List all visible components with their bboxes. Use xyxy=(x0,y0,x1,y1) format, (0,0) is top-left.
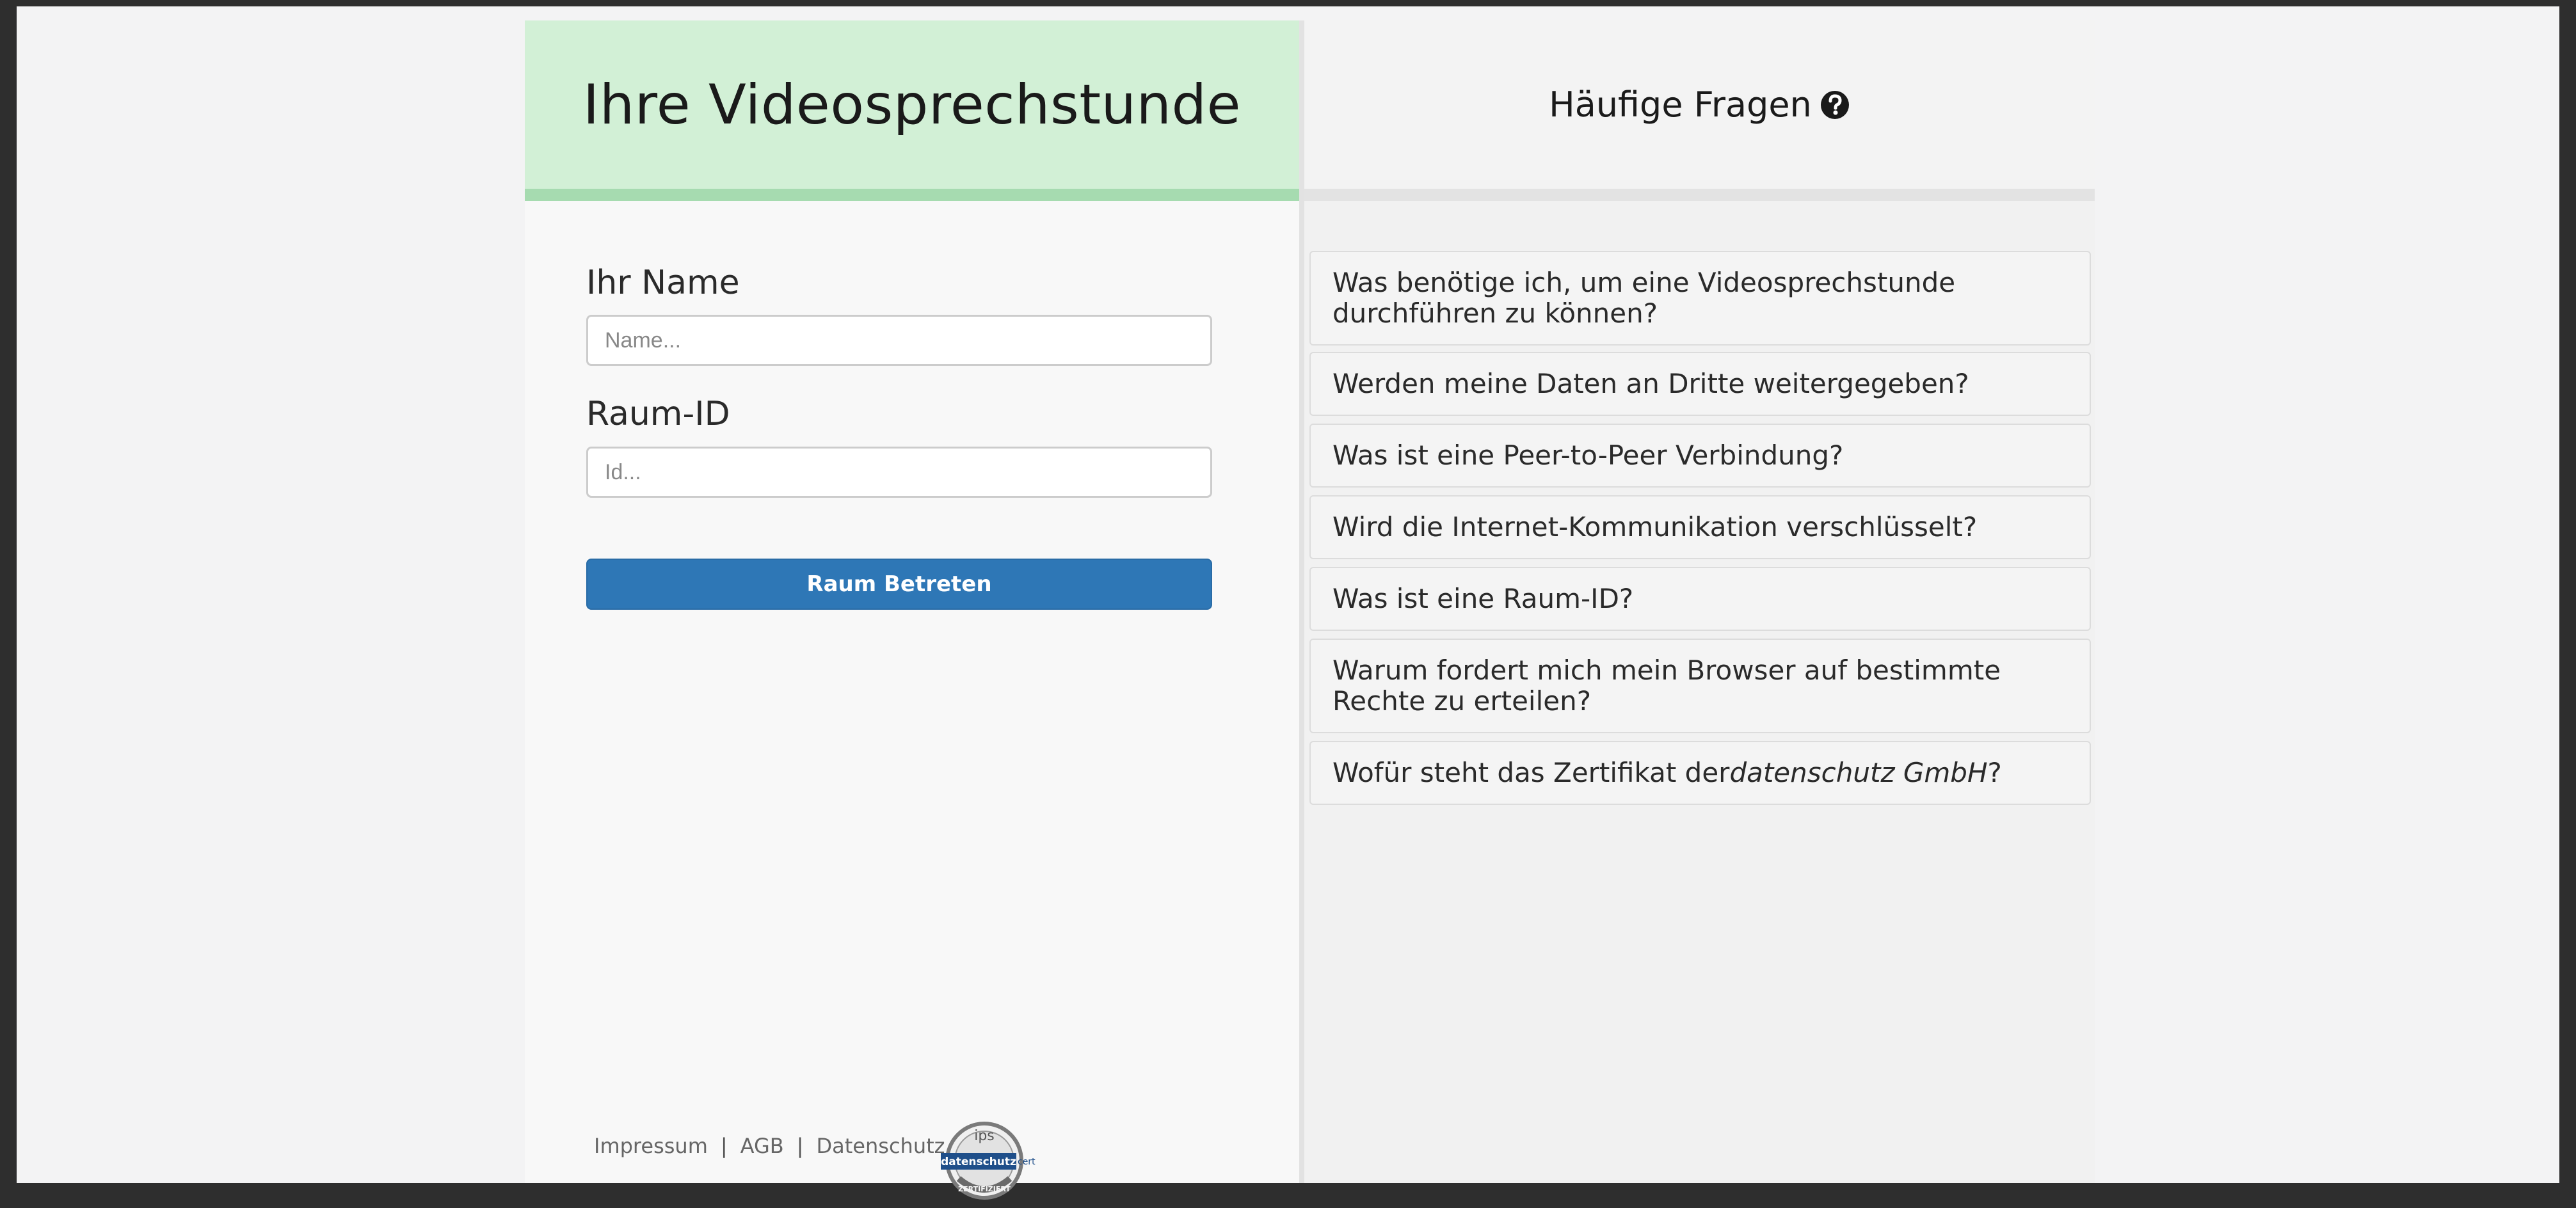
panel-divider xyxy=(1299,20,1304,1183)
faq-item[interactable]: Werden meine Daten an Dritte weitergegeb… xyxy=(1309,352,2091,416)
login-header: Ihre Videosprechstunde xyxy=(525,20,1299,201)
browser-viewport: Ihre Videosprechstunde Ihr Name Raum-ID … xyxy=(17,6,2559,1200)
faq-item[interactable]: Wird die Internet-Kommunikation verschlü… xyxy=(1309,495,2091,559)
faq-panel: Häufige Fragen Was benötige ich, um eine… xyxy=(1304,20,2095,1183)
svg-text:cert: cert xyxy=(1018,1157,1036,1167)
impressum-link[interactable]: Impressum xyxy=(594,1134,708,1158)
faq-header: Häufige Fragen xyxy=(1304,20,2095,201)
login-panel: Ihre Videosprechstunde Ihr Name Raum-ID … xyxy=(525,20,1299,1200)
faq-item[interactable]: Wofür steht das Zertifikat der datenschu… xyxy=(1309,741,2091,805)
room-id-input[interactable] xyxy=(586,447,1212,498)
faq-title: Häufige Fragen xyxy=(1549,84,1812,125)
footer-links: Impressum | AGB | Datenschutz xyxy=(594,1134,945,1158)
faq-item[interactable]: Was ist eine Peer-to-Peer Verbindung? xyxy=(1309,424,2091,488)
faq-title-wrap: Häufige Fragen xyxy=(1549,84,1850,125)
faq-item[interactable]: Was ist eine Raum-ID? xyxy=(1309,567,2091,631)
svg-text:datenschutz: datenschutz xyxy=(941,1156,1016,1168)
name-label: Ihr Name xyxy=(586,264,740,302)
svg-text:ips: ips xyxy=(974,1128,995,1144)
faq-item[interactable]: Warum fordert mich mein Browser auf best… xyxy=(1309,639,2091,733)
svg-text:ZERTIFIZIERT: ZERTIFIZIERT xyxy=(958,1185,1011,1193)
footer-separator: | xyxy=(796,1134,804,1158)
main-container: Ihre Videosprechstunde Ihr Name Raum-ID … xyxy=(525,20,2095,1200)
question-circle-icon[interactable] xyxy=(1820,90,1850,120)
room-id-label: Raum-ID xyxy=(586,395,730,433)
footer-separator: | xyxy=(720,1134,728,1158)
datenschutz-seal-icon[interactable]: ips datenschutz cert ZERTIFIZIERT xyxy=(940,1116,1042,1208)
faq-item[interactable]: Was benötige ich, um eine Videosprechstu… xyxy=(1309,251,2091,346)
name-input[interactable] xyxy=(586,315,1212,366)
datenschutz-link[interactable]: Datenschutz xyxy=(817,1134,945,1158)
page-title: Ihre Videosprechstunde xyxy=(582,72,1242,137)
enter-room-button[interactable]: Raum Betreten xyxy=(586,559,1212,610)
agb-link[interactable]: AGB xyxy=(740,1134,784,1158)
